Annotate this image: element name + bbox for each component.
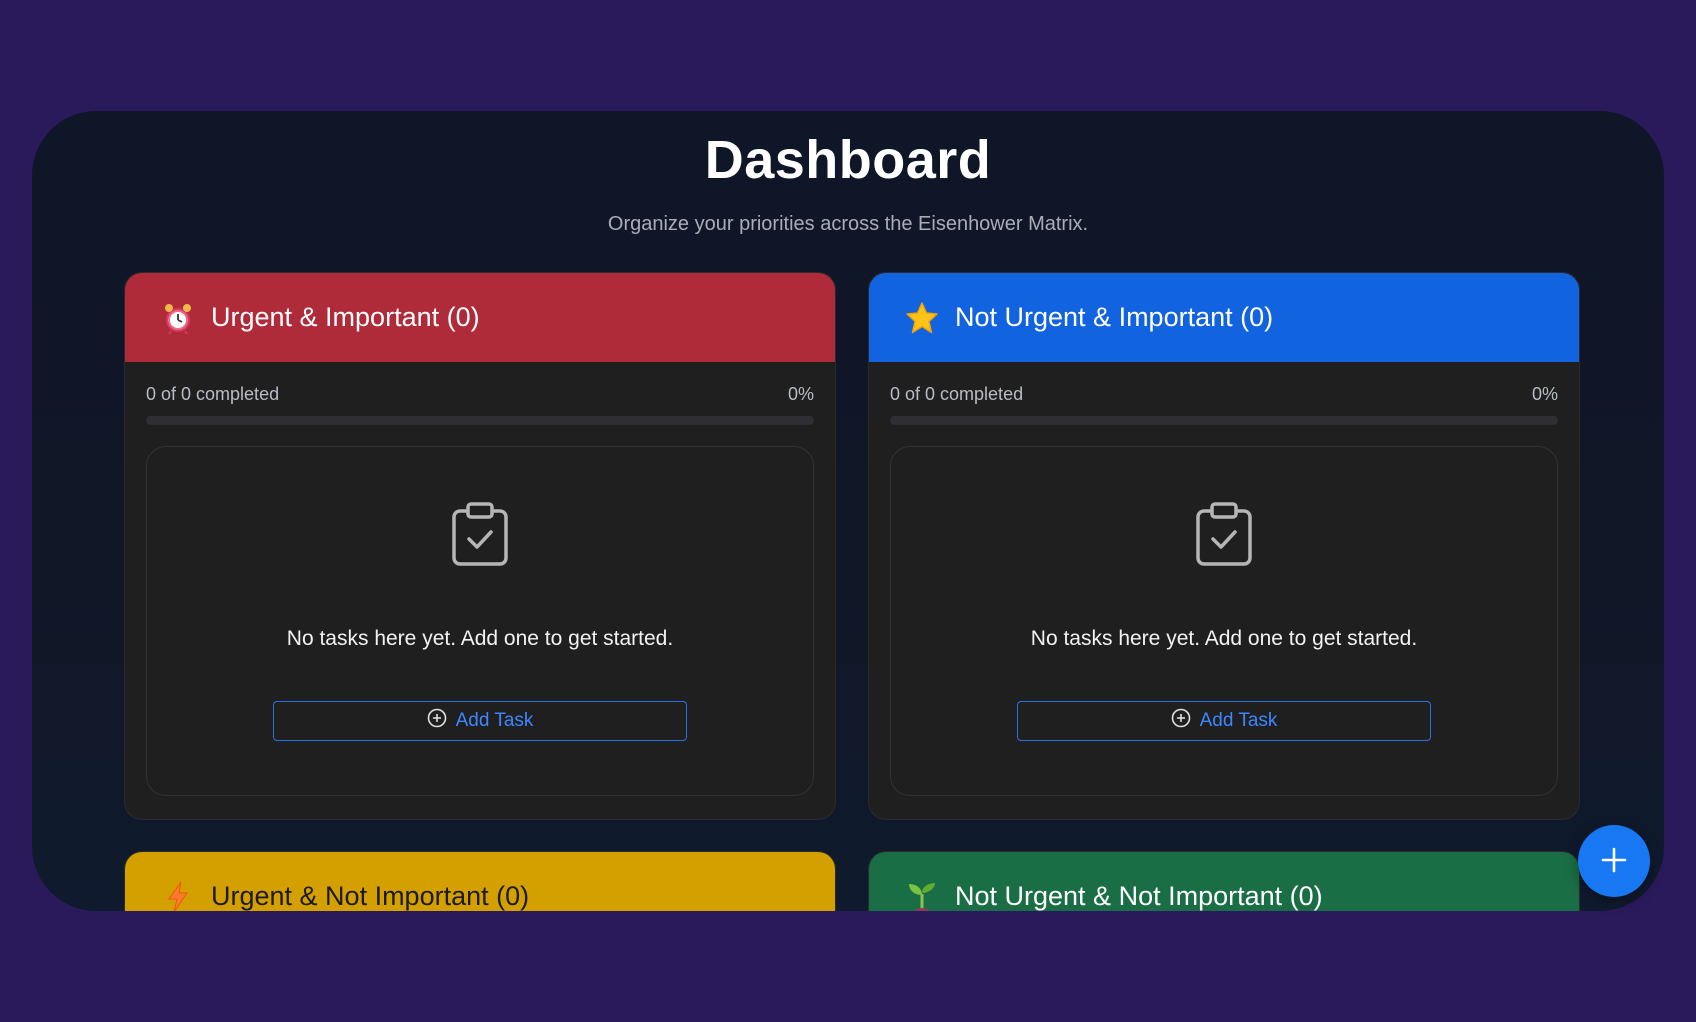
quadrant-header: Urgent & Important (0) (125, 273, 835, 362)
alarm-clock-icon (161, 301, 195, 335)
progress-percent: 0% (1531, 384, 1558, 404)
plus-circle-icon (1171, 708, 1191, 734)
empty-state-card: No tasks here yet. Add one to get starte… (890, 446, 1558, 796)
add-task-label: Add Task (455, 710, 534, 731)
quadrant-header: Urgent & Not Important (0) (125, 852, 835, 911)
quadrant-not-urgent-important: Not Urgent & Important (0) 0 of 0 comple… (868, 272, 1580, 820)
page-subtitle: Organize your priorities across the Eise… (607, 213, 1089, 235)
progress-bar (890, 416, 1558, 425)
quadrant-urgent-important: Urgent & Important (0) 0 of 0 completed … (124, 272, 836, 820)
plus-circle-icon (427, 708, 447, 734)
add-task-button[interactable]: Add Task (273, 701, 687, 741)
lightning-icon (161, 880, 195, 911)
quadrant-header: Not Urgent & Important (0) (869, 273, 1579, 362)
quadrant-header: Not Urgent & Not Important (0) (869, 852, 1579, 911)
progress-text: 0 of 0 completed (890, 384, 1024, 404)
clipboard-check-icon (1194, 501, 1254, 572)
add-task-label: Add Task (1199, 710, 1278, 731)
star-icon (905, 301, 939, 335)
quadrant-urgent-not-important: Urgent & Not Important (0) (124, 851, 836, 911)
progress-percent: 0% (787, 384, 814, 404)
seedling-icon (905, 880, 939, 911)
quadrant-not-urgent-not-important: Not Urgent & Not Important (0) (868, 851, 1580, 911)
progress-text: 0 of 0 completed (146, 384, 280, 404)
quadrant-title: Not Urgent & Not Important (0) (955, 881, 1323, 911)
quadrant-title: Not Urgent & Important (0) (955, 302, 1274, 332)
plus-icon (1599, 845, 1629, 878)
clipboard-check-icon (450, 501, 510, 572)
progress-bar (146, 416, 814, 425)
empty-state-message: No tasks here yet. Add one to get starte… (286, 627, 674, 650)
quadrant-title: Urgent & Not Important (0) (211, 881, 530, 911)
app-frame: Dashboard Organize your priorities acros… (32, 111, 1664, 911)
page-title: Dashboard (704, 130, 992, 190)
quadrant-title: Urgent & Important (0) (211, 302, 480, 332)
empty-state-card: No tasks here yet. Add one to get starte… (146, 446, 814, 796)
add-task-button[interactable]: Add Task (1017, 701, 1431, 741)
add-task-fab[interactable] (1578, 825, 1650, 897)
empty-state-message: No tasks here yet. Add one to get starte… (1030, 627, 1418, 650)
